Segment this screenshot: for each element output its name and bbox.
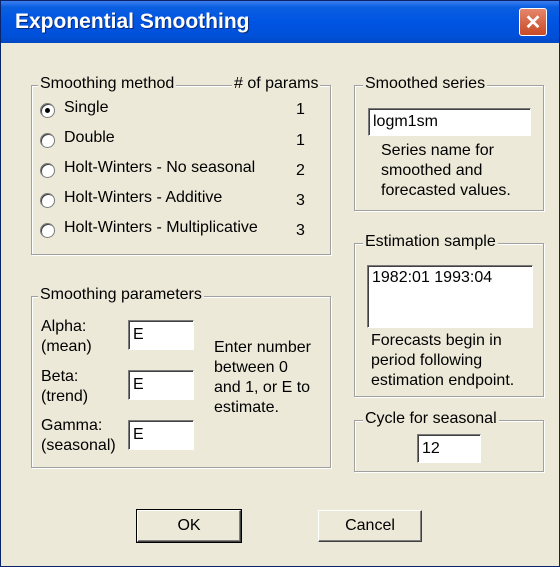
smoothing-method-group: Smoothing method # of params Single 1 Do…	[31, 75, 331, 255]
radio-single-label[interactable]: Single	[64, 99, 108, 117]
cycle-for-seasonal-group: Cycle for seasonal	[354, 410, 544, 472]
radio-double-label[interactable]: Double	[64, 129, 115, 147]
parameters-hint-line1: Enter number	[214, 339, 311, 356]
estimation-sample-note-line3: estimation endpoint.	[371, 372, 515, 389]
smoothed-series-legend: Smoothed series	[363, 75, 488, 93]
params-single: 1	[296, 101, 305, 118]
smoothed-series-note-line3: forecasted values.	[381, 182, 511, 199]
radio-holt-winters-no-seasonal-label[interactable]: Holt-Winters - No seasonal	[64, 159, 255, 177]
close-button[interactable]: ✕	[519, 8, 547, 36]
params-holt-winters-additive: 3	[296, 192, 305, 209]
radio-holt-winters-multiplicative[interactable]	[40, 223, 55, 238]
parameters-hint-line3: and 1, or E to	[214, 379, 311, 396]
gamma-label-line2: (seasonal)	[41, 437, 116, 454]
params-holt-winters-no-seasonal: 2	[296, 162, 305, 179]
ok-button[interactable]: OK	[136, 509, 242, 543]
smoothed-series-note-line1: Series name for	[381, 142, 494, 159]
cycle-for-seasonal-legend: Cycle for seasonal	[363, 410, 499, 428]
beta-input[interactable]	[128, 370, 194, 400]
close-icon: ✕	[524, 12, 542, 34]
smoothed-series-input[interactable]	[368, 108, 531, 136]
smoothed-series-note-line2: smoothed and	[381, 162, 483, 179]
estimation-sample-input[interactable]: 1982:01 1993:04	[367, 265, 533, 328]
radio-single[interactable]	[40, 103, 55, 118]
params-header: # of params	[232, 75, 321, 93]
estimation-sample-legend: Estimation sample	[363, 233, 498, 251]
alpha-label-line2: (mean)	[41, 338, 92, 355]
smoothed-series-group: Smoothed series Series name for smoothed…	[354, 75, 544, 211]
radio-holt-winters-multiplicative-label[interactable]: Holt-Winters - Multiplicative	[64, 219, 258, 237]
cancel-button[interactable]: Cancel	[318, 510, 422, 542]
parameters-hint-line4: estimate.	[214, 399, 279, 416]
estimation-sample-group: Estimation sample 1982:01 1993:04 Foreca…	[354, 233, 544, 397]
estimation-sample-note-line2: period following	[371, 352, 483, 369]
estimation-sample-note-line1: Forecasts begin in	[371, 332, 502, 349]
exponential-smoothing-dialog: Exponential Smoothing ✕ Smoothing method…	[0, 0, 560, 567]
params-double: 1	[296, 132, 305, 149]
gamma-input[interactable]	[128, 420, 194, 450]
smoothing-method-legend: Smoothing method	[38, 75, 177, 93]
smoothing-parameters-group: Smoothing parameters Alpha: (mean) Beta:…	[31, 286, 331, 468]
radio-holt-winters-no-seasonal[interactable]	[40, 163, 55, 178]
title-bar[interactable]: Exponential Smoothing ✕	[1, 1, 559, 43]
gamma-label-line1: Gamma:	[41, 417, 103, 434]
parameters-hint-line2: between 0	[214, 359, 288, 376]
radio-holt-winters-additive-label[interactable]: Holt-Winters - Additive	[64, 189, 222, 207]
dialog-title: Exponential Smoothing	[15, 10, 250, 33]
cycle-for-seasonal-input[interactable]	[417, 434, 481, 463]
alpha-input[interactable]	[128, 320, 194, 350]
params-holt-winters-multiplicative: 3	[296, 222, 305, 239]
alpha-label-line1: Alpha:	[41, 318, 87, 335]
beta-label-line2: (trend)	[41, 388, 89, 405]
beta-label-line1: Beta:	[41, 368, 79, 385]
radio-double[interactable]	[40, 133, 55, 148]
radio-holt-winters-additive[interactable]	[40, 193, 55, 208]
smoothing-parameters-legend: Smoothing parameters	[38, 286, 204, 304]
